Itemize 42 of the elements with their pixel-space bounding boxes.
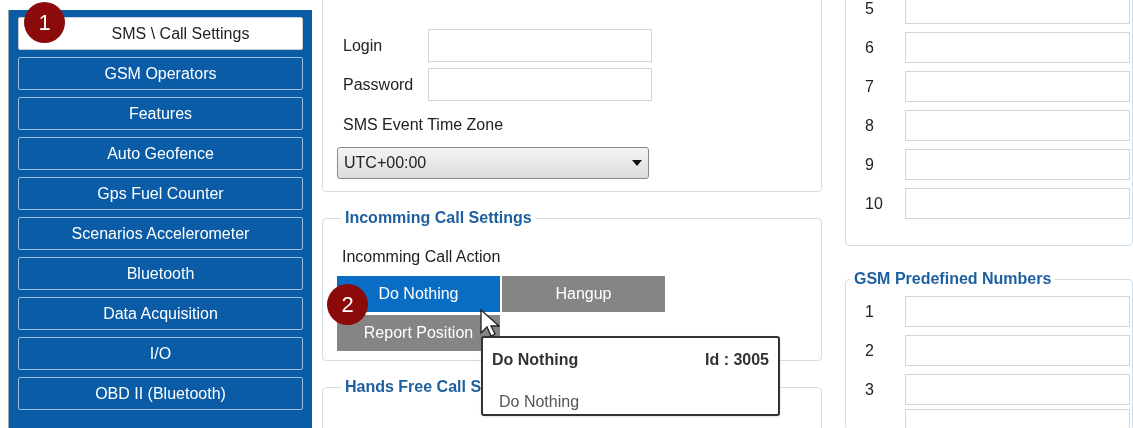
group-title: GSM Predefined Numbers [853,270,1053,288]
row-number: 5 [864,0,875,19]
text-field[interactable] [428,29,652,62]
number-field[interactable] [905,0,1130,24]
number-field[interactable] [905,32,1130,63]
number-field[interactable] [905,296,1130,327]
text-field[interactable] [428,68,652,101]
row-number: 10 [864,193,884,214]
number-field[interactable] [905,71,1130,102]
row-number: 3 [864,379,875,400]
sidebar-item[interactable]: GSM Operators [18,57,303,90]
number-field[interactable] [905,110,1130,141]
row-number: 2 [864,340,875,361]
sidebar-item[interactable]: I/O [18,337,303,370]
group-title: Hands Free Call S [344,378,483,396]
field-label: Login [342,35,384,56]
row-number: 7 [864,76,875,97]
sidebar-item[interactable]: Features [18,97,303,130]
number-field[interactable] [905,188,1130,219]
sidebar-item[interactable]: OBD II (Bluetooth) [18,377,303,410]
sidebar-item[interactable]: Scenarios Accelerometer [18,217,303,250]
number-field[interactable] [905,374,1130,405]
tooltip-title: Do Nothing [492,350,579,370]
field-label: Incomming Call Action [341,247,502,267]
row-number: 8 [864,115,875,136]
sidebar-item[interactable]: Data Acquisition [18,297,303,330]
sidebar-item[interactable]: Auto Geofence [18,137,303,170]
option-button[interactable]: Hangup [502,276,665,312]
timezone-dropdown[interactable]: UTC+00:00 [337,147,649,179]
row-number: 1 [864,301,875,322]
group-title: Incomming Call Settings [344,209,533,227]
number-field[interactable] [905,335,1130,366]
caret-icon [632,160,642,166]
field-label: Password [342,74,415,95]
tooltip-id: Id : 3005 [704,350,769,370]
number-field[interactable] [905,149,1130,180]
field-label: SMS Event Time Zone [342,115,505,135]
row-number: 6 [864,37,875,58]
sidebar-item[interactable]: Gps Fuel Counter [18,177,303,210]
sidebar-item[interactable]: Bluetooth [18,257,303,290]
tooltip-description: Do Nothing [498,392,581,412]
row-number: 9 [864,154,875,175]
